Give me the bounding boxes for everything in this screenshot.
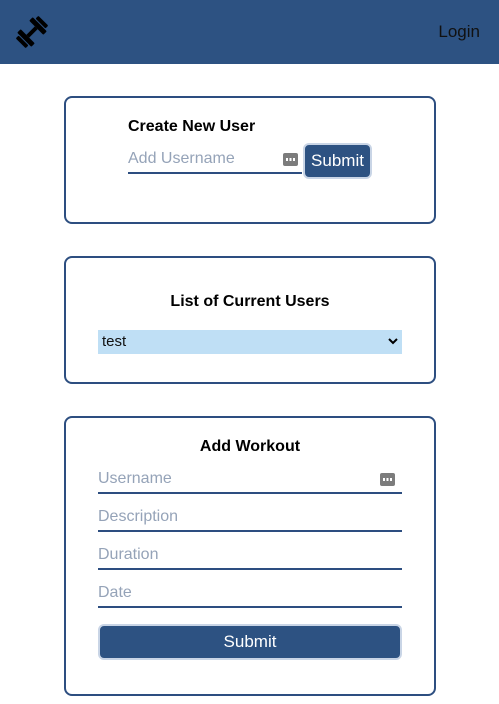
description-input[interactable] [98, 504, 402, 532]
navbar: Login [0, 0, 499, 64]
password-manager-icon[interactable] [283, 153, 298, 166]
user-list-card: List of Current Users test [64, 256, 436, 384]
add-username-input[interactable] [128, 146, 302, 174]
chevron-down-icon [388, 338, 398, 345]
add-workout-card: Add Workout Submit [64, 416, 436, 696]
create-user-submit-button[interactable]: Submit [303, 143, 372, 179]
duration-input[interactable] [98, 542, 402, 570]
create-user-title: Create New User [128, 118, 256, 135]
user-list-title: List of Current Users [170, 293, 330, 310]
user-select[interactable]: test [98, 330, 402, 354]
selected-user-value: test [102, 333, 127, 350]
date-input[interactable] [98, 580, 402, 608]
create-user-card: Create New User Submit [64, 96, 436, 224]
add-workout-title: Add Workout [199, 438, 301, 455]
add-workout-submit-button[interactable]: Submit [98, 624, 402, 660]
dumbbell-icon[interactable] [14, 14, 50, 50]
password-manager-icon[interactable] [380, 473, 395, 486]
workout-username-input[interactable] [98, 466, 402, 494]
login-link[interactable]: Login [438, 22, 480, 42]
